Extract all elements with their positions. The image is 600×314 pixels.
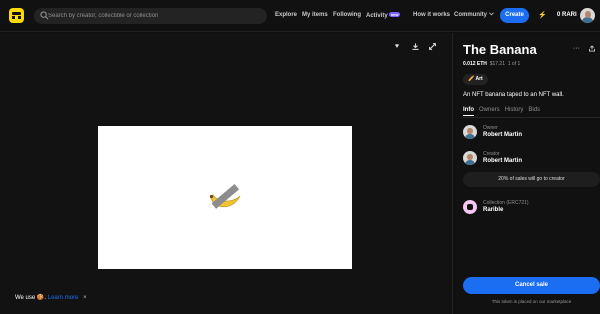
category-chip[interactable]: 🥖 Art — [463, 74, 488, 85]
item-title: The Banana — [463, 42, 537, 57]
learn-more-link[interactable]: Learn more — [48, 295, 79, 301]
rarible-logo-icon[interactable] — [9, 8, 24, 23]
new-badge: new — [388, 12, 401, 17]
tab-info[interactable]: Info — [463, 107, 474, 116]
item-description: An NFT banana taped to an NFT wall. — [463, 92, 564, 98]
artwork-image[interactable] — [98, 126, 352, 269]
expand-icon[interactable] — [427, 43, 437, 52]
share-icon[interactable] — [589, 45, 596, 54]
top-navigation-bar: Explore My items Following Activitynew H… — [0, 0, 600, 32]
tab-bids[interactable]: Bids — [528, 107, 540, 113]
chevron-down-icon — [488, 12, 494, 16]
cancel-sale-button[interactable]: Cancel sale — [463, 277, 600, 294]
owner-name[interactable]: Robert Martin — [483, 132, 522, 138]
edition-count: 1 of 1 — [507, 61, 521, 67]
marketplace-note: This token is placed on our marketplace — [491, 299, 572, 304]
price-line: 0.012 ETH $17.21 1 of 1 — [463, 61, 520, 67]
download-icon[interactable] — [410, 43, 420, 52]
collection-icon[interactable] — [463, 200, 477, 214]
collection-label: Collection (ERC721) — [483, 200, 529, 206]
tab-owners[interactable]: Owners — [479, 107, 500, 113]
search-bar — [34, 8, 267, 24]
cookie-text: We use — [15, 295, 36, 301]
more-icon[interactable]: ··· — [573, 45, 580, 52]
creator-name[interactable]: Robert Martin — [483, 158, 522, 164]
price-eth: 0.012 ETH — [463, 61, 487, 67]
owner-label: Owner — [483, 125, 498, 131]
close-icon[interactable]: × — [83, 295, 87, 301]
detail-tabs: Info Owners History Bids — [463, 107, 545, 116]
price-usd: $17.21 — [489, 61, 505, 67]
category-label: Art — [475, 76, 483, 82]
creator-avatar[interactable] — [463, 151, 477, 165]
nav-how-it-works[interactable]: How it works — [413, 12, 450, 18]
nav-following[interactable]: Following — [333, 12, 361, 18]
banana-artwork-icon — [209, 184, 241, 209]
rari-balance[interactable]: 0 RARI — [557, 12, 577, 18]
cookie-separator: . — [44, 295, 47, 301]
tabs-divider — [463, 117, 600, 118]
cookie-notice: We use 🍪. Learn more × — [15, 294, 87, 301]
bolt-icon[interactable]: ⚡ — [538, 11, 547, 19]
nav-explore[interactable]: Explore — [275, 12, 297, 18]
nav-community[interactable]: Community — [454, 12, 494, 18]
heart-icon[interactable]: ♥ — [392, 43, 402, 50]
nav-activity-label: Activity — [366, 13, 388, 19]
owner-avatar[interactable] — [463, 125, 477, 139]
collection-name[interactable]: Rarible — [483, 207, 503, 213]
create-button[interactable]: Create — [500, 8, 529, 23]
nav-my-items[interactable]: My items — [302, 12, 328, 18]
tab-history[interactable]: History — [505, 107, 524, 113]
creator-label: Creator — [483, 151, 500, 157]
royalty-info: 20% of sales will go to creator — [463, 172, 600, 187]
nav-community-label: Community — [454, 12, 487, 18]
user-avatar[interactable] — [580, 8, 595, 23]
nav-activity[interactable]: Activity new — [366, 12, 401, 19]
search-input[interactable] — [48, 8, 263, 24]
category-emoji: 🥖 — [468, 76, 475, 82]
